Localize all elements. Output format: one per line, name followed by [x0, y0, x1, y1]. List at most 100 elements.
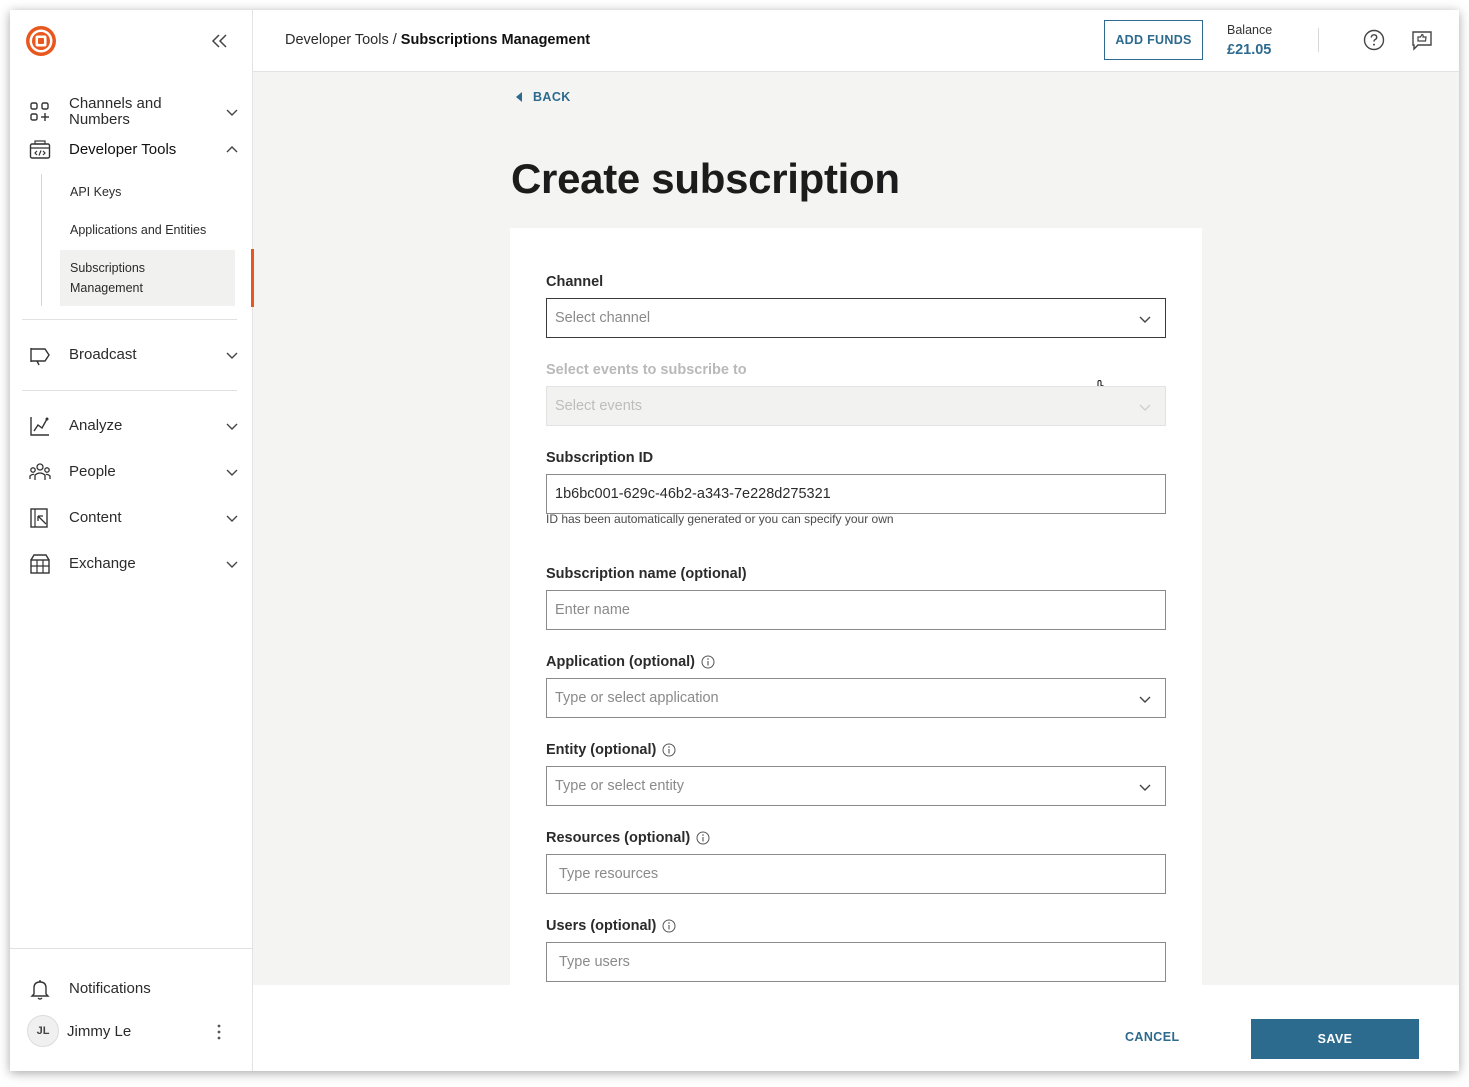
nav-label: Developer Tools [69, 141, 177, 158]
chevron-down-icon [1139, 696, 1151, 703]
megaphone-icon [30, 348, 50, 366]
events-select: Select events [546, 386, 1166, 426]
exchange-icon [30, 554, 50, 574]
resources-placeholder: Type resources [559, 866, 659, 882]
sidebar: Channels and Numbers Developer Tools API… [10, 10, 254, 1071]
more-options-icon[interactable] [209, 1022, 229, 1042]
nav-people[interactable]: People [22, 452, 242, 492]
brand-logo-icon [26, 26, 56, 56]
application-select[interactable]: Type or select application [546, 678, 1166, 718]
avatar[interactable]: JL [27, 1015, 59, 1047]
nav-developer-tools[interactable]: Developer Tools [22, 130, 242, 170]
nav-label: Analyze [69, 417, 123, 434]
save-button[interactable]: SAVE [1251, 1019, 1419, 1059]
entity-select[interactable]: Type or select entity [546, 766, 1166, 806]
nav-notifications[interactable]: Notifications [22, 969, 242, 1009]
subscription-form: Channel Select channel Select events to … [510, 228, 1202, 988]
users-placeholder: Type users [559, 954, 630, 970]
subscription-id-label: Subscription ID [546, 450, 654, 466]
nav-analyze[interactable]: Analyze [22, 406, 242, 446]
entity-label: Entity (optional) [546, 742, 676, 758]
chevron-down-icon [226, 515, 238, 522]
breadcrumb: Developer Tools / Subscriptions Manageme… [285, 32, 590, 48]
chevron-up-icon [226, 146, 238, 153]
sidebar-item-api-keys[interactable]: API Keys [60, 182, 235, 202]
subscription-name-placeholder: Enter name [555, 602, 630, 618]
subscription-id-value: 1b6bc001-629c-46b2-a343-7e228d275321 [555, 486, 831, 502]
sidebar-item-applications-and-entities[interactable]: Applications and Entities [60, 220, 235, 240]
divider [1318, 28, 1319, 52]
chevron-down-icon [1139, 784, 1151, 791]
balance-label: Balance [1227, 23, 1273, 37]
cancel-button[interactable]: CANCEL [1125, 1030, 1179, 1044]
breadcrumb-parent[interactable]: Developer Tools / [285, 32, 401, 48]
code-window-icon [29, 140, 51, 159]
divider [22, 390, 237, 391]
resources-input[interactable]: Type resources [546, 854, 1166, 894]
subscription-id-helper: ID has been automatically generated or y… [546, 512, 894, 526]
chevron-down-icon [226, 423, 238, 430]
channel-select[interactable]: Select channel [546, 298, 1166, 402]
info-icon[interactable] [696, 831, 710, 845]
people-icon [29, 463, 51, 480]
nav-label: Broadcast [69, 346, 137, 363]
users-input[interactable]: Type users [546, 942, 1166, 982]
back-label: BACK [533, 90, 571, 104]
chevron-down-icon [226, 109, 238, 116]
info-icon[interactable] [701, 655, 715, 669]
divider [10, 948, 253, 949]
feedback-icon[interactable] [1410, 28, 1434, 52]
sidebar-item-label: API Keys [70, 185, 122, 199]
chevron-down-icon [226, 469, 238, 476]
content-icon [30, 508, 48, 528]
nav-label: Exchange [69, 555, 136, 572]
user-name: Jimmy Le [67, 1023, 132, 1040]
balance-value: £21.05 [1227, 42, 1272, 58]
collapse-sidebar-icon[interactable] [209, 30, 231, 52]
events-placeholder: Select events [555, 398, 643, 414]
app-window: Channels and Numbers Developer Tools API… [10, 10, 1459, 1071]
sidebar-item-label: Subscriptions Management [70, 261, 146, 295]
events-label: Select events to subscribe to [546, 362, 747, 378]
nav-label: Content [69, 509, 122, 526]
caret-left-icon [516, 92, 522, 102]
info-icon[interactable] [662, 743, 676, 757]
channel-placeholder: Select channel [555, 310, 651, 326]
breadcrumb-current: Subscriptions Management [400, 32, 591, 48]
resources-label: Resources (optional) [546, 830, 710, 846]
add-funds-button[interactable]: ADD FUNDS [1104, 20, 1203, 60]
entity-placeholder: Type or select entity [555, 778, 684, 794]
page-title: Create subscription [511, 155, 900, 202]
nav-exchange[interactable]: Exchange [22, 544, 242, 584]
nav-content[interactable]: Content [22, 498, 242, 538]
nav-channels-and-numbers[interactable]: Channels and Numbers [22, 92, 242, 132]
chevron-down-icon [1139, 316, 1151, 323]
divider [22, 319, 237, 320]
subscription-id-input[interactable]: 1b6bc001-629c-46b2-a343-7e228d275321 [546, 474, 1166, 514]
users-label: Users (optional) [546, 918, 676, 934]
chevron-down-icon [226, 352, 238, 359]
channel-label: Channel [546, 274, 604, 290]
nav-broadcast[interactable]: Broadcast [22, 335, 242, 375]
nav-label: Channels and Numbers [69, 95, 162, 128]
top-header: Developer Tools / Subscriptions Manageme… [253, 10, 1459, 72]
nav-label: People [69, 463, 116, 480]
back-button[interactable]: BACK [515, 90, 571, 104]
sidebar-item-subscriptions-management[interactable]: Subscriptions Management [60, 250, 235, 306]
nav-label: Notifications [69, 980, 151, 997]
selected-indicator [251, 249, 254, 307]
form-footer: CANCEL SAVE [253, 985, 1459, 1071]
sidebar-item-label: Applications and Entities [70, 223, 207, 237]
bell-icon [30, 980, 50, 1000]
grid-plus-icon [30, 102, 49, 121]
subscription-name-label: Subscription name (optional) [546, 566, 747, 582]
chart-icon [30, 417, 49, 436]
chevron-down-icon [1139, 404, 1151, 411]
subscription-name-input[interactable]: Enter name [546, 590, 1166, 630]
info-icon[interactable] [662, 919, 676, 933]
application-label: Application (optional) [546, 654, 715, 670]
submenu-guide-line [41, 174, 42, 306]
help-icon[interactable] [1362, 28, 1386, 52]
chevron-down-icon [226, 561, 238, 568]
application-placeholder: Type or select application [555, 690, 719, 706]
